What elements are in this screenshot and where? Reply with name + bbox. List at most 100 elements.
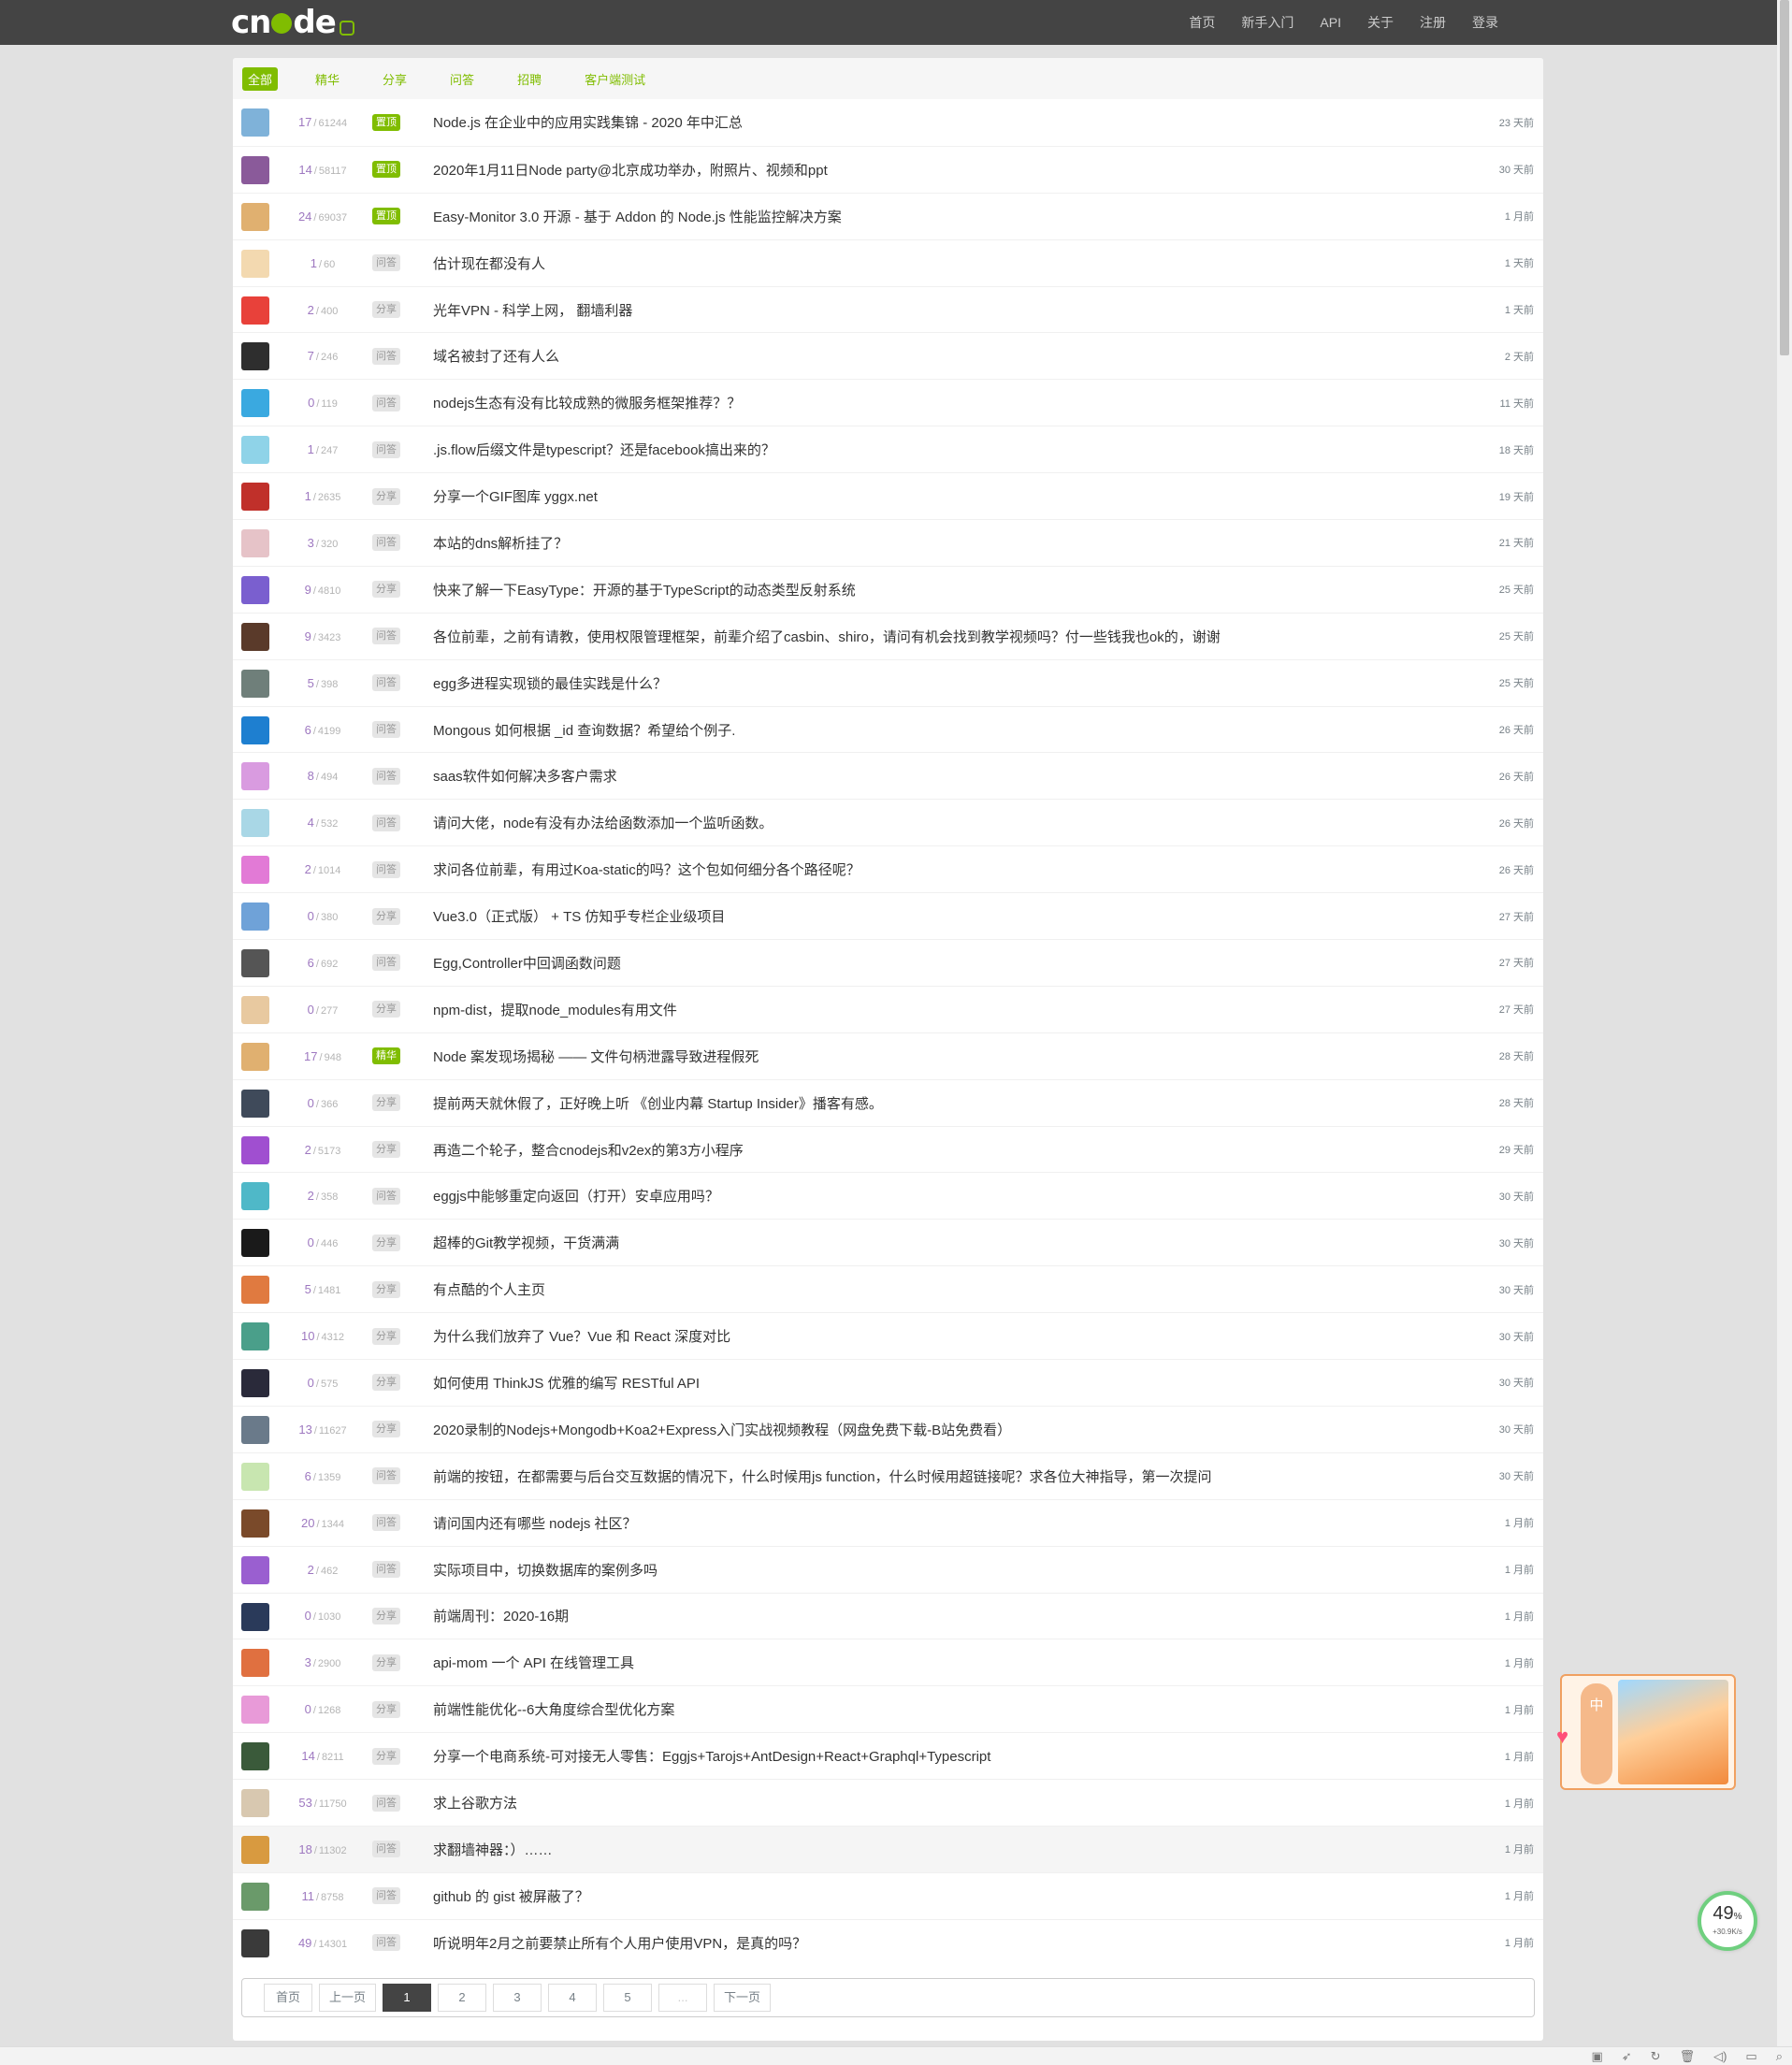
last-reply-time[interactable]: 27 天前	[1499, 909, 1534, 924]
topic-row[interactable]: 2/462 问答 实际项目中，切换数据库的案例多吗 1 月前	[233, 1545, 1543, 1593]
last-reply-time[interactable]: 30 天前	[1499, 1468, 1534, 1483]
topic-row[interactable]: 7/246 问答 域名被封了还有人么 2 天前	[233, 332, 1543, 379]
trash-icon[interactable]: 🗑	[1680, 2049, 1696, 2064]
user-avatar[interactable]	[241, 389, 269, 418]
user-avatar[interactable]	[241, 1182, 269, 1211]
page-button[interactable]: 5	[603, 1984, 653, 2012]
topic-title-link[interactable]: 2020录制的Nodejs+Mongodb+Koa2+Express入门实战视频…	[433, 1420, 1011, 1439]
user-avatar[interactable]	[241, 1042, 269, 1071]
last-reply-time[interactable]: 21 天前	[1499, 535, 1534, 550]
nav-link-about[interactable]: 关于	[1354, 0, 1407, 45]
page-button[interactable]: 2	[438, 1984, 487, 2012]
last-reply-time[interactable]: 1 月前	[1505, 1702, 1534, 1717]
user-avatar[interactable]	[241, 995, 269, 1024]
topic-title-link[interactable]: 实际项目中，切换数据库的案例多吗	[433, 1560, 658, 1580]
topic-title-link[interactable]: 光年VPN - 科学上网， 翻墙利器	[433, 300, 632, 320]
last-reply-time[interactable]: 30 天前	[1499, 1235, 1534, 1250]
last-reply-time[interactable]: 1 月前	[1505, 209, 1534, 224]
user-avatar[interactable]	[241, 762, 269, 791]
topic-row[interactable]: 18/11302 问答 求翻墙神器：）…… 1 月前	[233, 1825, 1543, 1872]
topic-title-link[interactable]: 听说明年2月之前要禁止所有个人用户使用VPN，是真的吗？	[433, 1933, 806, 1953]
tab-dev[interactable]: 客户端测试	[579, 67, 651, 91]
user-avatar[interactable]	[241, 1602, 269, 1631]
topic-row[interactable]: 17/61244 置顶 Node.js 在企业中的应用实践集锦 - 2020 年中汇…	[233, 99, 1543, 146]
user-avatar[interactable]	[241, 903, 269, 931]
nav-link-home[interactable]: 首页	[1176, 0, 1228, 45]
page-button[interactable]: 首页	[264, 1984, 312, 2012]
topic-row[interactable]: 14/58117 置顶 2020年1月11日Node party@北京成功举办，附照…	[233, 145, 1543, 193]
page-scrollbar[interactable]	[1777, 0, 1792, 2046]
last-reply-time[interactable]: 26 天前	[1499, 769, 1534, 784]
user-avatar[interactable]	[241, 1462, 269, 1491]
topic-row[interactable]: 53/11750 问答 求上谷歌方法 1 月前	[233, 1779, 1543, 1826]
user-avatar[interactable]	[241, 1696, 269, 1725]
topic-title-link[interactable]: eggjs中能够重定向返回（打开）安卓应用吗？	[433, 1186, 719, 1206]
tab-share[interactable]: 分享	[377, 67, 412, 91]
topic-title-link[interactable]: .js.flow后缀文件是typescript？还是facebook搞出来的？	[433, 440, 775, 459]
speaker-icon[interactable]: ◁)	[1713, 2049, 1727, 2064]
user-avatar[interactable]	[241, 342, 269, 371]
last-reply-time[interactable]: 26 天前	[1499, 816, 1534, 830]
topic-row[interactable]: 3/2900 分享 api-mom 一个 API 在线管理工具 1 月前	[233, 1639, 1543, 1685]
topic-row[interactable]: 11/8758 问答 github 的 gist 被屏蔽了？ 1 月前	[233, 1871, 1543, 1919]
user-avatar[interactable]	[241, 1928, 269, 1957]
topic-row[interactable]: 0/380 分享 Vue3.0（正式版） + TS 仿知乎专栏企业级项目 27 天前	[233, 892, 1543, 939]
nav-link-signin[interactable]: 登录	[1459, 0, 1511, 45]
last-reply-time[interactable]: 28 天前	[1499, 1048, 1534, 1063]
rocket-icon[interactable]: ➶	[1622, 2049, 1632, 2064]
topic-row[interactable]: 0/1030 分享 前端周刊：2020-16期 1 月前	[233, 1592, 1543, 1639]
topic-row[interactable]: 5/398 问答 egg多进程实现锁的最佳实践是什么？ 25 天前	[233, 658, 1543, 706]
topic-row[interactable]: 14/8211 分享 分享一个电商系统-可对接无人零售：Eggjs+Tarojs+A…	[233, 1732, 1543, 1779]
refresh-icon[interactable]: ↻	[1651, 2049, 1661, 2064]
topic-row[interactable]: 1/2635 分享 分享一个GIF图库 yggx.net 19 天前	[233, 472, 1543, 519]
topic-row[interactable]: 20/1344 问答 请问国内还有哪些 nodejs 社区？ 1 月前	[233, 1498, 1543, 1546]
topic-title-link[interactable]: egg多进程实现锁的最佳实践是什么？	[433, 673, 667, 693]
scrollbar-thumb[interactable]	[1780, 0, 1789, 355]
last-reply-time[interactable]: 1 月前	[1505, 1935, 1534, 1950]
last-reply-time[interactable]: 1 月前	[1505, 1609, 1534, 1624]
topic-row[interactable]: 1/247 问答 .js.flow后缀文件是typescript？还是faceboo…	[233, 426, 1543, 472]
last-reply-time[interactable]: 27 天前	[1499, 955, 1534, 970]
last-reply-time[interactable]: 25 天前	[1499, 675, 1534, 690]
topic-title-link[interactable]: 请问大佬，node有没有办法给函数添加一个监听函数。	[433, 813, 773, 832]
topic-row[interactable]: 2/358 问答 eggjs中能够重定向返回（打开）安卓应用吗？ 30 天前	[233, 1172, 1543, 1219]
topic-title-link[interactable]: nodejs生态有没有比较成熟的微服务框架推荐？？	[433, 393, 741, 412]
last-reply-time[interactable]: 30 天前	[1499, 1422, 1534, 1437]
topic-title-link[interactable]: 各位前辈，之前有请教，使用权限管理框架，前辈介绍了casbin、shiro，请问…	[433, 627, 1221, 646]
page-button[interactable]: 4	[548, 1984, 598, 2012]
topic-row[interactable]: 6/4199 问答 Mongous 如何根据 _id 查询数据？希望给个例子. 26 …	[233, 705, 1543, 753]
topic-row[interactable]: 0/575 分享 如何使用 ThinkJS 优雅的编写 RESTful API 30 …	[233, 1359, 1543, 1406]
topic-row[interactable]: 1/60 问答 估计现在都没有人 1 天前	[233, 238, 1543, 286]
tab-all[interactable]: 全部	[242, 66, 279, 91]
last-reply-time[interactable]: 1 月前	[1505, 1515, 1534, 1530]
last-reply-time[interactable]: 18 天前	[1499, 442, 1534, 457]
topic-row[interactable]: 2/1014 问答 求问各位前辈，有用过Koa-static的吗？这个包如何细分各个…	[233, 845, 1543, 892]
last-reply-time[interactable]: 27 天前	[1499, 1002, 1534, 1017]
user-avatar[interactable]	[241, 1555, 269, 1584]
topic-row[interactable]: 5/1481 分享 有点酷的个人主页 30 天前	[233, 1265, 1543, 1312]
page-button[interactable]: 3	[493, 1984, 542, 2012]
last-reply-time[interactable]: 29 天前	[1499, 1142, 1534, 1157]
topic-title-link[interactable]: 快来了解一下EasyType：开源的基于TypeScript的动态类型反射系统	[433, 580, 856, 599]
network-speed-gauge[interactable]: 49% +30.9K/s	[1698, 1891, 1757, 1951]
topic-title-link[interactable]: 2020年1月11日Node party@北京成功举办，附照片、视频和ppt	[433, 160, 828, 180]
page-button[interactable]: 下一页	[714, 1984, 772, 2012]
last-reply-time[interactable]: 11 天前	[1500, 396, 1534, 411]
user-avatar[interactable]	[241, 1882, 269, 1911]
user-avatar[interactable]	[241, 155, 269, 184]
last-reply-time[interactable]: 28 天前	[1499, 1095, 1534, 1110]
topic-title-link[interactable]: 为什么我们放弃了 Vue？Vue 和 React 深度对比	[433, 1326, 730, 1346]
tab-good[interactable]: 精华	[310, 67, 345, 91]
last-reply-time[interactable]: 30 天前	[1499, 162, 1534, 177]
last-reply-time[interactable]: 25 天前	[1499, 628, 1534, 643]
topic-row[interactable]: 6/692 问答 Egg,Controller中回调函数问题 27 天前	[233, 939, 1543, 986]
topic-row[interactable]: 0/366 分享 提前两天就休假了，正好晚上听 《创业内幕 Startup Insi…	[233, 1078, 1543, 1126]
topic-title-link[interactable]: 本站的dns解析挂了？	[433, 533, 568, 553]
user-avatar[interactable]	[241, 436, 269, 465]
user-avatar[interactable]	[241, 1835, 269, 1864]
last-reply-time[interactable]: 1 月前	[1505, 1655, 1534, 1670]
user-avatar[interactable]	[241, 1649, 269, 1678]
image-icon[interactable]: ▣	[1591, 2049, 1602, 2064]
topic-title-link[interactable]: 前端性能优化--6大角度综合型优化方案	[433, 1699, 674, 1719]
last-reply-time[interactable]: 1 月前	[1505, 1796, 1534, 1811]
